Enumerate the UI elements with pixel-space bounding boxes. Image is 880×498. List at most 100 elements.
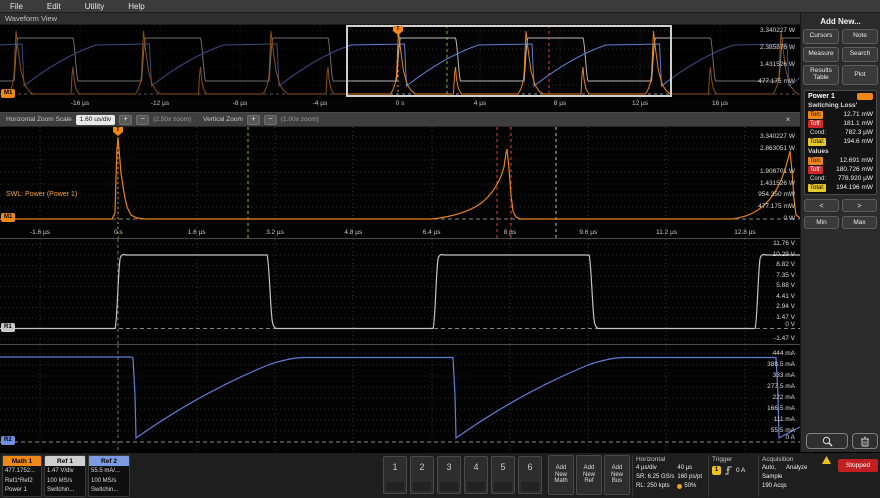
channel-1-button[interactable]: 1	[383, 456, 407, 494]
measurement-row: Ton: 12.71 mW	[808, 110, 873, 119]
vzoom-increase-button[interactable]: +	[246, 114, 260, 125]
menu-help[interactable]: Help	[128, 2, 144, 11]
measurement-row: Total: 194.6 mW	[808, 137, 873, 146]
ref1-source: Switchin...	[47, 487, 75, 493]
ref1-source-badge[interactable]: R1	[1, 323, 15, 332]
zoom-selection-box[interactable]	[346, 25, 672, 97]
ytick-label: 111 mA	[773, 416, 795, 423]
previous-button[interactable]: <	[804, 199, 839, 212]
toff-label: Toff:	[808, 165, 824, 174]
math1-tile[interactable]: Math 1 477.1752... Ref1*Ref2 Power 1	[2, 455, 42, 497]
total-label: Total:	[808, 183, 827, 192]
xtick-label: 9.6 µs	[579, 229, 598, 236]
ton-value: 12.691 mW	[839, 157, 873, 164]
add-new-math-button[interactable]: Add New Math	[548, 455, 574, 495]
math1-expression: Ref1*Ref2	[5, 477, 33, 484]
ytick-label: 477.175 mW	[758, 78, 795, 85]
close-zoom-icon[interactable]: ×	[782, 115, 794, 124]
horizontal-position-icon	[677, 484, 683, 489]
channel-2-button[interactable]: 2	[410, 456, 434, 494]
search-button[interactable]: Search	[842, 47, 878, 62]
trigger-settings-panel[interactable]: Trigger 1 0 A	[708, 455, 756, 497]
math1-function: Power 1	[5, 487, 28, 493]
oscilloscope-app: File Edit Utility Help Waveform View T 3…	[0, 0, 880, 498]
cond-label: Cond:	[810, 175, 827, 182]
add-new-title: Add New...	[820, 17, 861, 26]
note-button[interactable]: Note	[842, 29, 878, 44]
measure-button[interactable]: Measure	[803, 47, 839, 62]
xtick-label: 8 µs	[503, 229, 517, 236]
voltage-waveform-panel: 11.76 V 10.29 V 8.82 V 7.35 V 5.88 V 4.4…	[0, 239, 800, 345]
measurement-row: Toff: 181.1 mW	[808, 119, 873, 128]
add-new-bus-button[interactable]: Add New Bus	[604, 455, 630, 495]
channel-4-button[interactable]: 4	[464, 456, 488, 494]
menu-utility[interactable]: Utility	[85, 2, 105, 11]
menu-edit[interactable]: Edit	[47, 2, 61, 11]
cond-label: Cond:	[810, 129, 827, 136]
trigger-title: Trigger	[712, 456, 733, 463]
switching-loss-section-title: Switching Loss'	[808, 102, 858, 109]
measurement-row: Cond: 778.920 µW	[808, 174, 873, 183]
bottom-settings-bar: Math 1 477.1752... Ref1*Ref2 Power 1 Ref…	[0, 452, 880, 498]
xtick-label: 3.2 µs	[266, 229, 284, 236]
overview-panel: T 3.340227 W 2.385876 W 1.431526 W 477.1…	[0, 25, 800, 113]
math1-tile-title: Math 1	[3, 456, 41, 466]
xtick-label: 12.8 µs	[734, 229, 756, 236]
ytick-label: 1.431526 W	[759, 61, 795, 68]
baseline-label: 0 V	[785, 321, 795, 328]
xtick-label: -1.6 µs	[29, 229, 50, 236]
xtick-label: 4.8 µs	[344, 229, 363, 236]
ytick-label: 388.5 mA	[767, 361, 795, 368]
plot-button[interactable]: Plot	[842, 65, 878, 85]
max-button[interactable]: Max	[842, 216, 877, 229]
menu-file[interactable]: File	[10, 2, 23, 11]
values-section-title: Values	[808, 148, 829, 155]
horizontal-scale: 4 µs/div	[636, 465, 657, 471]
horizontal-zoom-scale-label: Horizontal Zoom Scale	[6, 116, 72, 123]
overview-x-axis: -16 µs -12 µs -8 µs -4 µs 0 s 4 µs 8 µs …	[58, 100, 742, 107]
measurement-row: Ton: 12.691 mW	[808, 156, 873, 165]
vzoom-decrease-button[interactable]: −	[263, 114, 277, 125]
xtick-label: 12 µs	[631, 100, 649, 107]
xtick-label: 6.4 µs	[422, 229, 441, 236]
hzoom-decrease-button[interactable]: −	[136, 114, 150, 125]
zoom-mode-button[interactable]	[806, 433, 848, 449]
hzoom-increase-button[interactable]: +	[119, 114, 133, 125]
next-button[interactable]: >	[842, 199, 877, 212]
math-source-badge[interactable]: M1	[1, 213, 16, 222]
power-trace-label: SWL: Power (Power 1)	[6, 191, 78, 198]
channel-display-strip	[521, 482, 539, 491]
add-new-button-grid: Cursors Note Measure Search Results Tabl…	[801, 29, 880, 85]
acquisition-title: Acquisition	[762, 456, 794, 463]
results-table-button[interactable]: Results Table	[803, 65, 839, 85]
channel-display-strip	[494, 482, 512, 491]
acquisition-settings-panel[interactable]: Acquisition Auto, Analyze Sample 190 Acq…	[758, 455, 834, 497]
trash-button[interactable]	[852, 433, 878, 449]
math1-scale: 477.1752...	[5, 468, 36, 474]
horizontal-zoom-scale-input[interactable]: 1.60 us/div	[75, 114, 116, 125]
math-source-badge[interactable]: M1	[1, 89, 16, 98]
cursors-button[interactable]: Cursors	[803, 29, 839, 44]
ref2-tile[interactable]: Ref 2 55.5 mA/... 100 MS/s Switchin...	[88, 455, 130, 497]
measurement-row: Cond: 782.3 µW	[808, 128, 873, 137]
channel-6-button[interactable]: 6	[518, 456, 542, 494]
channel-5-button[interactable]: 5	[491, 456, 515, 494]
record-length: RL: 250 kpts	[636, 483, 670, 489]
ref1-tile[interactable]: Ref 1 1.47 V/div 100 MS/s Switchin...	[44, 455, 86, 497]
xtick-label: -4 µs	[312, 100, 328, 107]
channel-display-strip	[413, 482, 431, 491]
ytick-label: 333 mA	[772, 372, 795, 379]
current-waveform	[0, 345, 800, 452]
menu-bar: File Edit Utility Help	[0, 0, 880, 13]
horizontal-settings-panel[interactable]: Horizontal 4 µs/div 40 µs SR: 6.25 GS/s …	[632, 455, 706, 497]
ref2-source-badge[interactable]: R2	[1, 436, 15, 445]
power1-results-panel[interactable]: Power 1 Switching Loss' Ton: 12.71 mW To…	[804, 90, 877, 195]
xtick-label: 0 s	[395, 100, 405, 107]
power-waveform	[0, 127, 800, 238]
channel-3-button[interactable]: 3	[437, 456, 461, 494]
add-new-ref-button[interactable]: Add New Ref	[576, 455, 602, 495]
min-button[interactable]: Min	[804, 216, 839, 229]
stopped-button[interactable]: Stopped	[838, 459, 878, 472]
ref1-tile-title: Ref 1	[45, 456, 85, 466]
xtick-label: -16 µs	[70, 100, 90, 107]
